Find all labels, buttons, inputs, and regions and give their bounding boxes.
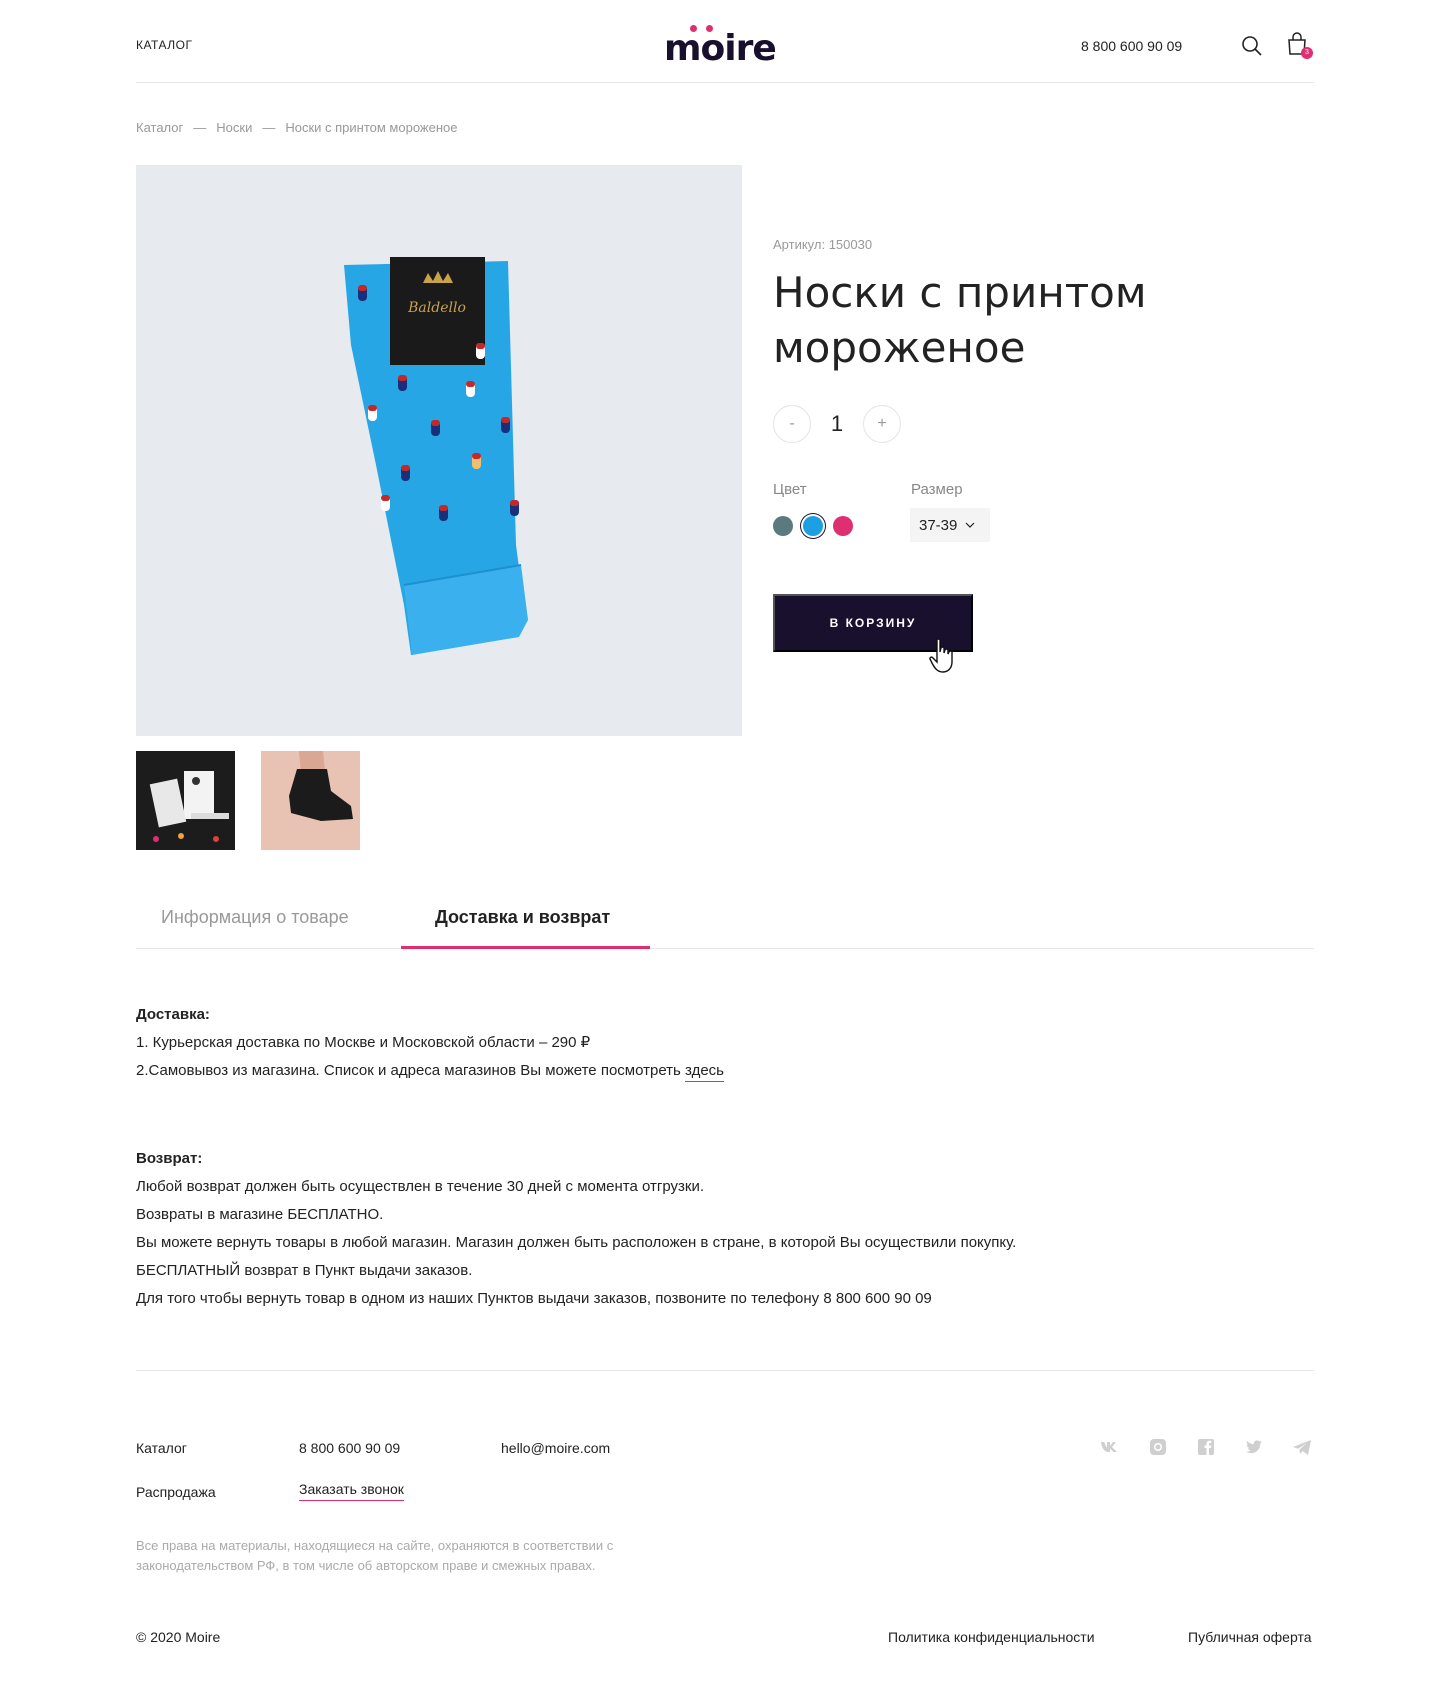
size-label: Размер — [911, 481, 963, 498]
breadcrumb: Каталог — Носки — Носки с принтом мороже… — [136, 120, 457, 135]
instagram-icon[interactable] — [1148, 1437, 1168, 1457]
telegram-icon[interactable] — [1292, 1437, 1312, 1457]
facebook-icon[interactable] — [1196, 1437, 1216, 1457]
footer-sale-link[interactable]: Распродажа — [136, 1484, 216, 1500]
return-line: Любой возврат должен быть осуществлен в … — [136, 1178, 705, 1195]
qty-plus-button[interactable]: + — [863, 405, 901, 443]
qty-minus-button[interactable]: - — [773, 405, 811, 443]
header-phone[interactable]: 8 800 600 90 09 — [1081, 38, 1182, 54]
color-swatch-teal[interactable] — [773, 516, 793, 536]
header-catalog-link[interactable]: КАТАЛОГ — [136, 38, 192, 52]
footer-email[interactable]: hello@moire.com — [501, 1440, 610, 1456]
copyright: © 2020 Moire — [136, 1629, 221, 1645]
product-main-image: Baldello — [136, 165, 742, 736]
footer-catalog-link[interactable]: Каталог — [136, 1440, 187, 1456]
public-offer-link[interactable]: Публичная оферта — [1188, 1629, 1312, 1645]
color-swatch-pink[interactable] — [833, 516, 853, 536]
footer-rights-note: Все права на материалы, находящиеся на с… — [136, 1538, 614, 1573]
active-tab-indicator — [401, 946, 650, 949]
chevron-down-icon — [965, 522, 975, 528]
footer-phone[interactable]: 8 800 600 90 09 — [299, 1440, 400, 1456]
breadcrumb-separator: — — [262, 120, 276, 135]
delivery-line: 1. Курьерская доставка по Москве и Моско… — [136, 1034, 591, 1051]
return-line: Возвраты в магазине БЕСПЛАТНО. — [136, 1206, 384, 1223]
logo[interactable]: moire — [664, 22, 794, 69]
breadcrumb-socks[interactable]: Носки — [216, 120, 252, 135]
color-swatches — [773, 516, 853, 536]
logo-text: moire — [664, 28, 777, 69]
cart-count-badge: 3 — [1301, 47, 1313, 59]
breadcrumb-catalog[interactable]: Каталог — [136, 120, 183, 135]
vk-icon[interactable] — [1100, 1437, 1120, 1457]
size-value: 37-39 — [919, 516, 958, 534]
delivery-title: Доставка: — [136, 1006, 210, 1023]
twitter-icon[interactable] — [1244, 1437, 1264, 1457]
site-header: КАТАЛОГ moire 8 800 600 90 09 3 — [136, 0, 1314, 83]
product-thumbnail[interactable] — [136, 751, 235, 850]
social-links — [1100, 1437, 1312, 1457]
sock-brand-text: Baldello — [407, 300, 466, 316]
breadcrumb-separator: — — [193, 120, 207, 135]
product-tabs: Информация о товаре Доставка и возврат — [136, 893, 1314, 949]
delivery-line: 2.Самовывоз из магазина. Список и адреса… — [136, 1057, 1236, 1085]
product-title: Носки с принтом мороженое — [773, 268, 1147, 372]
search-icon[interactable] — [1240, 34, 1264, 58]
product-thumbnail[interactable] — [261, 751, 360, 850]
cart-button[interactable]: 3 — [1286, 32, 1313, 60]
tab-delivery-return[interactable]: Доставка и возврат — [435, 907, 610, 928]
breadcrumb-current: Носки с принтом мороженое — [285, 120, 458, 135]
privacy-policy-link[interactable]: Политика конфиденциальности — [888, 1629, 1095, 1645]
return-line: Для того чтобы вернуть товар в одном из … — [136, 1290, 932, 1307]
quantity-stepper: - 1 + — [773, 405, 901, 443]
footer-divider — [136, 1370, 1314, 1371]
stores-link[interactable]: здесь — [685, 1062, 724, 1082]
hand-cursor-icon — [928, 638, 956, 674]
callback-link[interactable]: Заказать звонок — [299, 1481, 404, 1501]
color-label: Цвет — [773, 481, 807, 498]
product-article: Артикул: 150030 — [773, 237, 873, 252]
tab-product-info[interactable]: Информация о товаре — [161, 907, 349, 928]
tab-content: Доставка: 1. Курьерская доставка по Моск… — [136, 1001, 1236, 1313]
return-line: Вы можете вернуть товары в любой магазин… — [136, 1234, 1017, 1251]
qty-value[interactable]: 1 — [811, 411, 863, 437]
delivery-line-text: 2.Самовывоз из магазина. Список и адреса… — [136, 1062, 681, 1079]
color-swatch-blue[interactable] — [803, 516, 823, 536]
size-select[interactable]: 37-39 — [910, 508, 990, 542]
return-title: Возврат: — [136, 1150, 203, 1167]
return-line: БЕСПЛАТНЫЙ возврат в Пункт выдачи заказо… — [136, 1262, 473, 1279]
